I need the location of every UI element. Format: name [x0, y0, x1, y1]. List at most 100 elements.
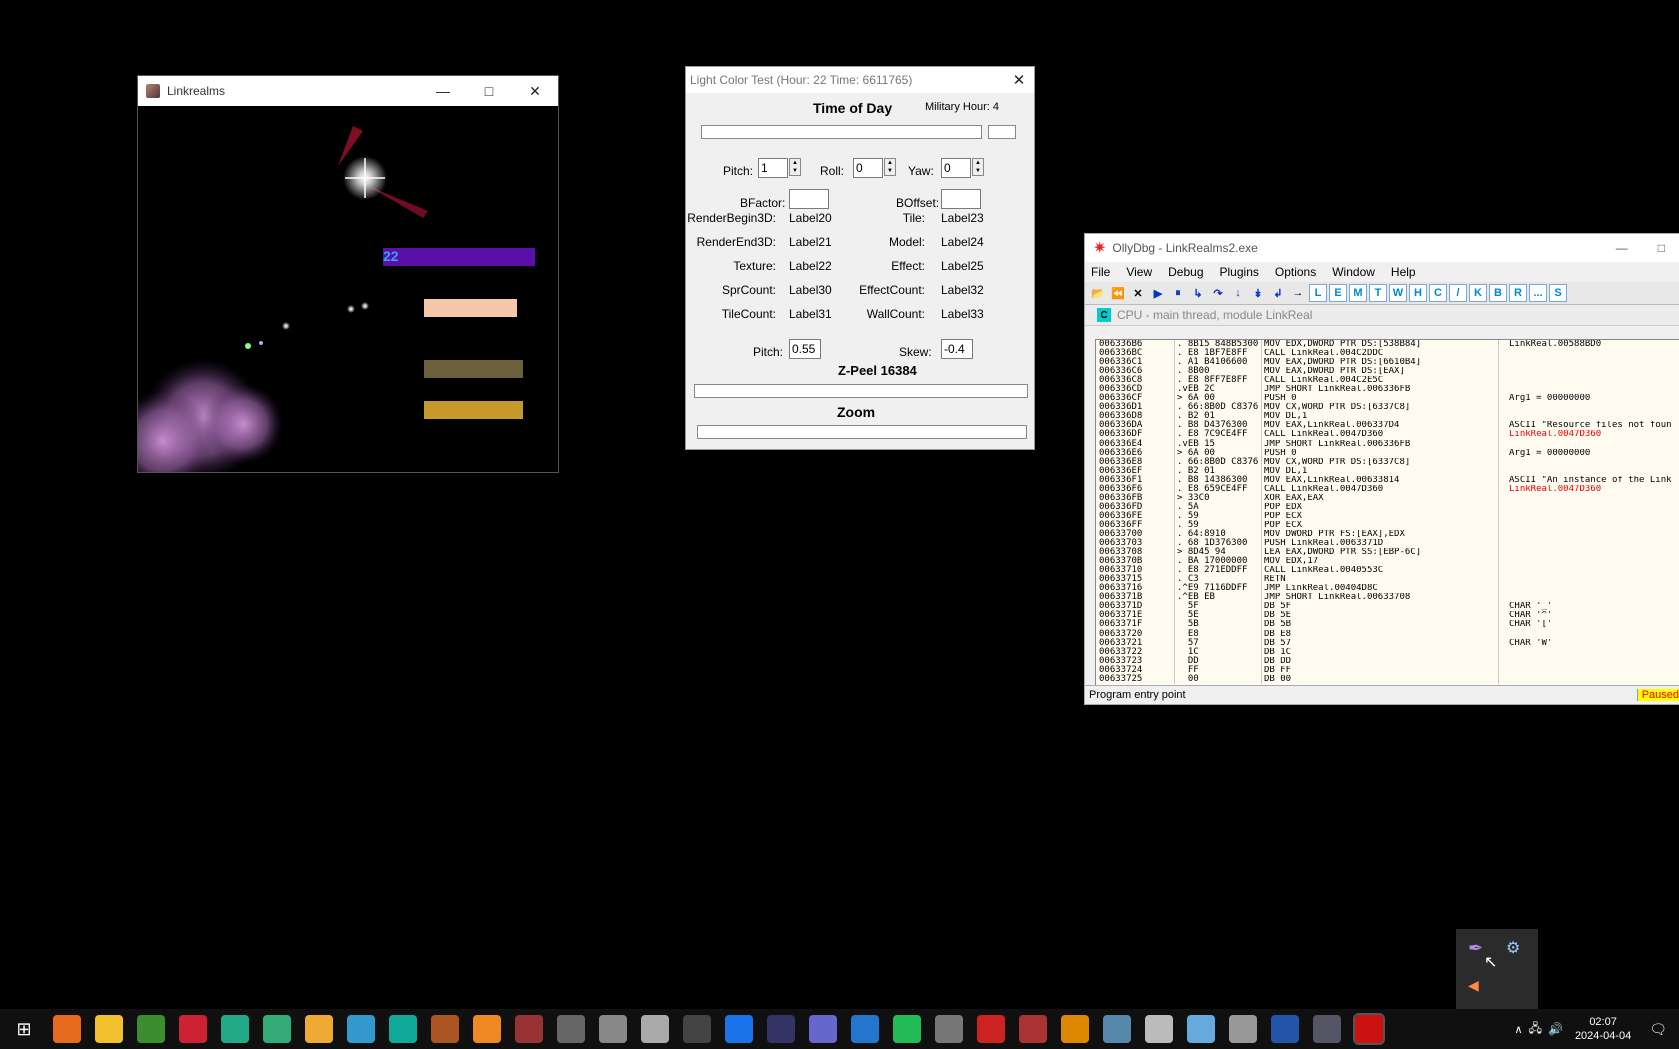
menu-help[interactable]: Help — [1391, 265, 1416, 279]
globe-icon[interactable] — [1103, 1015, 1131, 1043]
skew-input[interactable]: -0.4 — [941, 339, 973, 359]
ollydbg-window[interactable]: ✷ OllyDbg - LinkRealms2.exe — □ File View… — [1084, 233, 1679, 705]
clock[interactable]: 02:07 2024-04-04 — [1575, 1015, 1631, 1043]
ollydbg-minimize-button[interactable]: — — [1616, 241, 1628, 255]
steam-like-icon[interactable] — [599, 1015, 627, 1043]
disc-icon[interactable] — [935, 1015, 963, 1043]
close-button[interactable]: ✕ — [512, 76, 558, 106]
trace-into-icon[interactable]: ↓ — [1229, 284, 1247, 302]
game-viewport[interactable]: 22 — [138, 106, 558, 472]
dialog-titlebar[interactable]: Light Color Test (Hour: 22 Time: 6611765… — [686, 67, 1034, 93]
network-icon[interactable]: 🖧 — [1529, 1019, 1542, 1040]
light-color-test-dialog[interactable]: Light Color Test (Hour: 22 Time: 6611765… — [685, 66, 1035, 450]
art-app-icon[interactable] — [767, 1015, 795, 1043]
app-green-icon[interactable] — [137, 1015, 165, 1043]
pause-icon[interactable]: ⏸ — [1169, 284, 1187, 302]
watering-can-icon[interactable] — [305, 1015, 333, 1043]
ollydbg-maximize-button[interactable]: □ — [1658, 241, 1665, 255]
yaw-input[interactable]: 0 — [941, 158, 971, 178]
steam-icon[interactable]: ⚙ — [1506, 938, 1528, 960]
rewind-icon[interactable]: ⏪ — [1109, 284, 1127, 302]
run-icon[interactable]: ▶ — [1149, 284, 1167, 302]
toolbar-window-button[interactable]: C — [1429, 284, 1447, 302]
lock-icon[interactable] — [1271, 1015, 1299, 1043]
toolbar-window-button[interactable]: / — [1449, 284, 1467, 302]
menu-file[interactable]: File — [1091, 265, 1110, 279]
linkrealms-titlebar[interactable]: Linkrealms — □ ✕ — [138, 76, 558, 106]
zoom-like-icon[interactable] — [851, 1015, 879, 1043]
toolbar-window-button[interactable]: S — [1549, 284, 1567, 302]
toolbar-window-button[interactable]: L — [1309, 284, 1327, 302]
pitch-input[interactable]: 1 — [758, 158, 788, 178]
notification-icon[interactable]: 🗨 — [1649, 1021, 1667, 1038]
linkrealms-window[interactable]: Linkrealms — □ ✕ 22 — [137, 75, 559, 473]
halflife-icon[interactable] — [1061, 1015, 1089, 1043]
boffset-input[interactable] — [941, 189, 981, 209]
cpu-pane-title[interactable]: C CPU - main thread, module LinkReal — [1085, 305, 1679, 326]
adobe-like-icon[interactable] — [809, 1015, 837, 1043]
orange-app-icon[interactable] — [473, 1015, 501, 1043]
menu-window[interactable]: Window — [1332, 265, 1375, 279]
dialog-close-button[interactable]: ✕ — [1004, 71, 1034, 89]
gamepad-icon[interactable] — [1145, 1015, 1173, 1043]
minimize-button[interactable]: — — [420, 76, 466, 106]
start-button[interactable]: ⊞ — [10, 1015, 38, 1043]
toolbar-window-button[interactable]: T — [1369, 284, 1387, 302]
yaw-spinner[interactable]: ▲ ▼ — [972, 158, 984, 176]
moon-icon[interactable] — [1229, 1015, 1257, 1043]
pitch2-input[interactable]: 0.55 — [789, 339, 821, 359]
step-into-icon[interactable]: ↳ — [1189, 284, 1207, 302]
toolbar-window-button[interactable]: H — [1409, 284, 1427, 302]
app-red-icon[interactable] — [179, 1015, 207, 1043]
zpeel-slider[interactable] — [694, 384, 1028, 398]
ollydbg-titlebar[interactable]: ✷ OllyDbg - LinkRealms2.exe — □ — [1085, 234, 1679, 262]
ollydbg-active-icon[interactable] — [1353, 1013, 1385, 1045]
refresh-app-icon[interactable] — [347, 1015, 375, 1043]
tree-app-icon[interactable] — [263, 1015, 291, 1043]
maximize-button[interactable]: □ — [466, 76, 512, 106]
toolbar-window-button[interactable]: W — [1389, 284, 1407, 302]
disassembly-pane[interactable]: 006336B6. 8B15 848B5300 MOV EDX,DWORD PTR… — [1095, 339, 1679, 688]
calendar-app-icon[interactable] — [1019, 1015, 1047, 1043]
toolbar-window-button[interactable]: ... — [1529, 284, 1547, 302]
bfactor-input[interactable] — [789, 189, 829, 209]
disasm-row[interactable]: 00633725 00 DB 00 — [1096, 674, 1679, 684]
execute-till-return-icon[interactable]: ↲ — [1269, 284, 1287, 302]
notepad-icon[interactable] — [221, 1015, 249, 1043]
game-icon-1[interactable] — [431, 1015, 459, 1043]
goto-icon[interactable]: → — [1289, 284, 1307, 302]
pitch-spinner[interactable]: ▲ ▼ — [789, 158, 801, 176]
gear-app-icon[interactable] — [641, 1015, 669, 1043]
obs-icon[interactable] — [557, 1015, 585, 1043]
red-app-icon[interactable] — [977, 1015, 1005, 1043]
close-process-icon[interactable]: ✕ — [1129, 284, 1147, 302]
trace-over-icon[interactable]: ↡ — [1249, 284, 1267, 302]
menu-plugins[interactable]: Plugins — [1220, 265, 1259, 279]
menu-view[interactable]: View — [1126, 265, 1152, 279]
windmill-icon[interactable] — [1187, 1015, 1215, 1043]
search-app-icon[interactable] — [389, 1015, 417, 1043]
menu-options[interactable]: Options — [1275, 265, 1316, 279]
speaker-app-icon[interactable]: ◀ — [1468, 977, 1490, 999]
toolbar-window-button[interactable]: B — [1489, 284, 1507, 302]
chrome-icon[interactable] — [725, 1015, 753, 1043]
open-icon[interactable]: 📂 — [1089, 284, 1107, 302]
time-of-day-slider[interactable] — [701, 125, 982, 139]
file-explorer-icon[interactable] — [95, 1015, 123, 1043]
time-of-day-slider-thumb[interactable] — [988, 125, 1016, 139]
toolbar-window-button[interactable]: M — [1349, 284, 1367, 302]
toolbar-window-button[interactable]: E — [1329, 284, 1347, 302]
volume-icon[interactable]: 🔊 — [1548, 1022, 1563, 1036]
gamepad-small-icon[interactable] — [683, 1015, 711, 1043]
zoom-slider[interactable] — [697, 425, 1027, 439]
green-app-icon[interactable] — [893, 1015, 921, 1043]
step-over-icon[interactable]: ↷ — [1209, 284, 1227, 302]
toolbar-window-button[interactable]: K — [1469, 284, 1487, 302]
roll-spinner[interactable]: ▲ ▼ — [884, 158, 896, 176]
firefox-icon[interactable] — [53, 1015, 81, 1043]
ollydbg-taskbar-icon[interactable] — [1313, 1015, 1341, 1043]
game-portrait-icon[interactable] — [515, 1015, 543, 1043]
menu-debug[interactable]: Debug — [1168, 265, 1203, 279]
roll-input[interactable]: 0 — [853, 158, 883, 178]
toolbar-window-button[interactable]: R — [1509, 284, 1527, 302]
